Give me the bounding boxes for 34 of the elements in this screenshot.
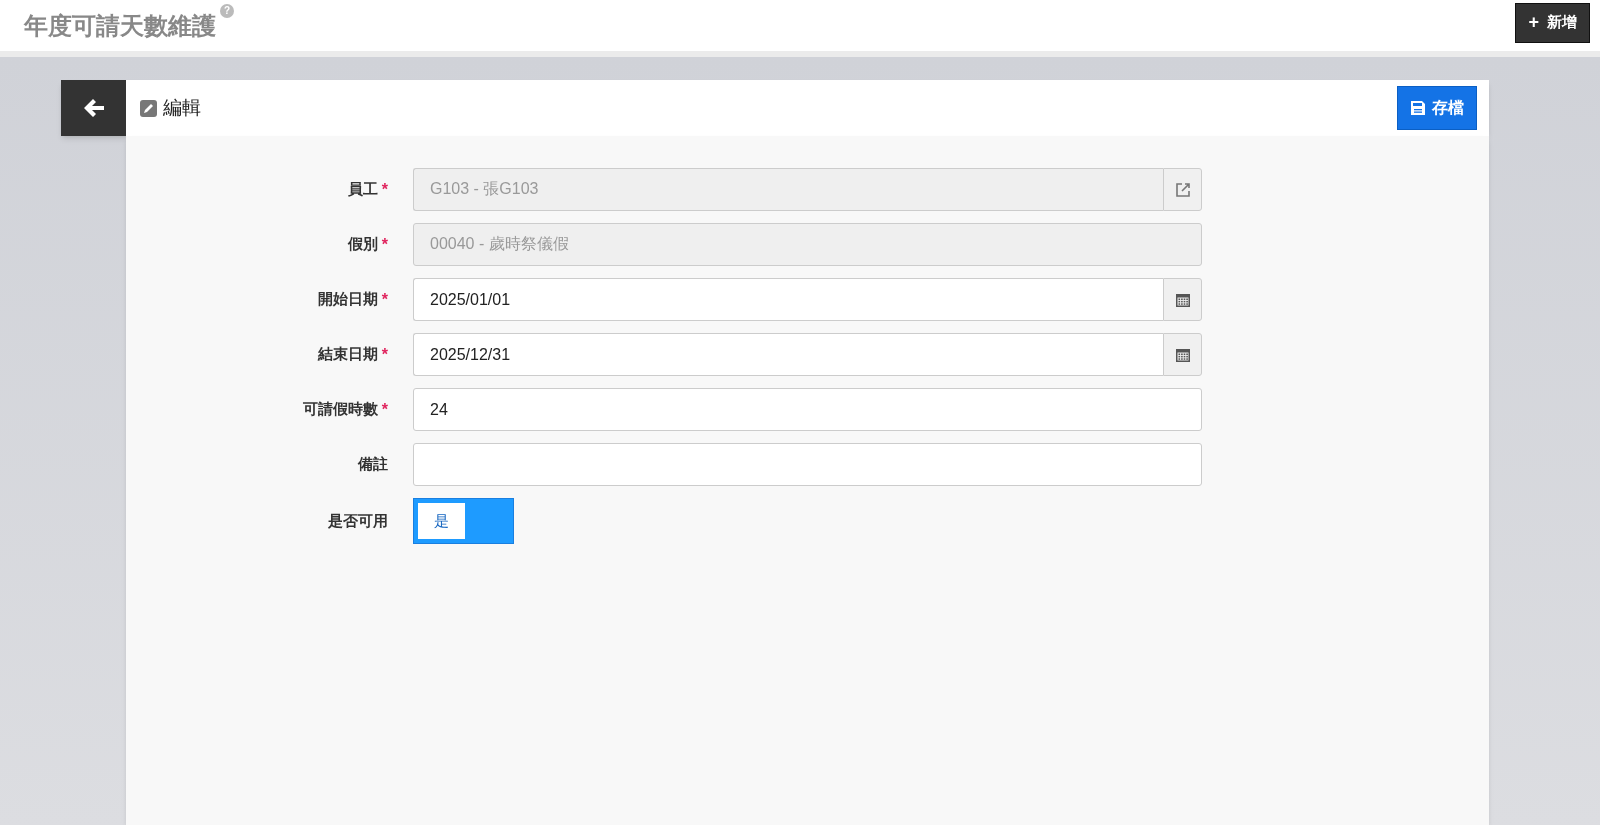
field-label: 假別 (347, 234, 378, 255)
calendar-icon (1174, 291, 1191, 308)
field-label: 是否可用 (328, 510, 388, 531)
save-icon (1410, 100, 1426, 116)
calendar-button[interactable] (1163, 278, 1202, 321)
add-button[interactable]: + 新增 (1515, 2, 1590, 43)
field-label: 備註 (358, 454, 388, 475)
card-title: 編輯 (163, 95, 201, 120)
edit-icon (140, 99, 157, 117)
field-label: 開始日期 (317, 289, 378, 310)
required-mark: * (381, 401, 388, 418)
field-label: 可請假時數 (302, 399, 378, 420)
field-label: 結束日期 (317, 344, 378, 365)
input-field[interactable]: 24 (413, 388, 1202, 431)
required-mark: * (381, 346, 388, 363)
save-button[interactable]: 存檔 (1397, 86, 1477, 130)
required-mark: * (381, 181, 388, 198)
save-label: 存檔 (1432, 98, 1464, 118)
plus-icon: + (1528, 9, 1539, 36)
calendar-button[interactable] (1163, 333, 1202, 376)
back-button[interactable] (61, 80, 126, 136)
page-title: 年度可請天數維護 (24, 10, 216, 41)
toggle-switch[interactable]: 是 (413, 498, 514, 544)
required-mark: * (381, 236, 388, 253)
external-link-icon (1174, 181, 1191, 198)
input-field[interactable] (413, 443, 1202, 486)
field-label: 員工 (347, 179, 378, 200)
add-label: 新增 (1547, 12, 1577, 33)
left-arrow-icon (82, 98, 105, 118)
toggle-label: 是 (418, 503, 465, 539)
input-field[interactable]: 2025/01/01 (413, 278, 1163, 321)
calendar-icon (1174, 346, 1191, 363)
input-field[interactable]: 2025/12/31 (413, 333, 1163, 376)
required-mark: * (381, 291, 388, 308)
